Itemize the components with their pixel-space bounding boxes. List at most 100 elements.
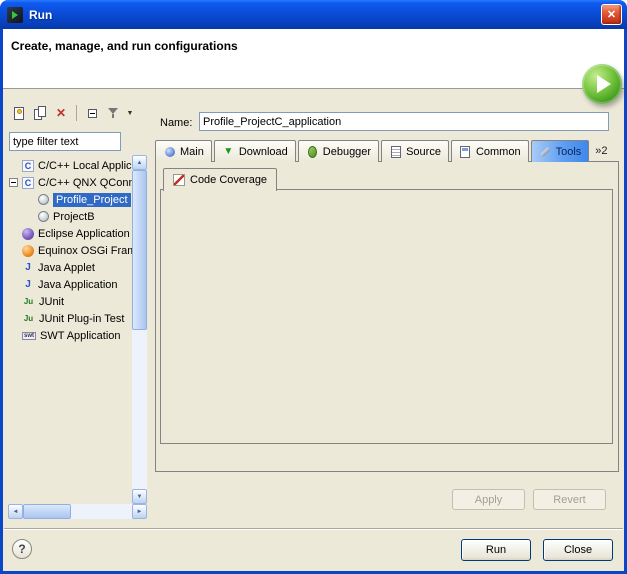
tree-item-label: Java Applet [38, 262, 95, 274]
tree-item-label: Java Application [38, 279, 118, 291]
tree-item-cpp-qnx-qconn[interactable]: C C/C++ QNX QConn [8, 174, 132, 191]
subtab-code-coverage[interactable]: Code Coverage [163, 168, 277, 191]
tab-main[interactable]: Main [155, 140, 212, 162]
filter-text-input[interactable] [9, 132, 121, 151]
tab-label: Debugger [323, 146, 371, 158]
app-icon[interactable] [7, 7, 23, 23]
run-button[interactable]: Run [461, 539, 531, 561]
delete-icon: ✕ [56, 107, 66, 119]
new-configuration-button[interactable] [10, 104, 28, 122]
filter-menu-button[interactable]: ▼ [125, 104, 135, 122]
c-cpp-icon: C [22, 177, 34, 189]
tree-item-swt-application[interactable]: swt SWT Application [8, 327, 132, 344]
tree-item-cpp-local-application[interactable]: C C/C++ Local Applic [8, 157, 132, 174]
java-application-icon: J [22, 279, 34, 290]
junit-plugin-icon: Ju [22, 314, 35, 323]
window-title: Run [29, 8, 52, 22]
scroll-right-icon: ► [137, 509, 143, 515]
dialog-header-title: Create, manage, and run configurations [11, 39, 238, 53]
dropdown-arrow-icon: ▼ [127, 110, 134, 117]
apply-button[interactable]: Apply [452, 489, 525, 510]
tools-tab-icon [539, 145, 552, 158]
scroll-down-icon: ▼ [137, 494, 143, 500]
footer-separator [4, 528, 623, 530]
tab-overflow-chevron[interactable]: »2 [595, 145, 607, 157]
play-triangle-icon [597, 75, 611, 93]
tree-item-junit[interactable]: Ju JUnit [8, 293, 132, 310]
collapse-all-icon [88, 109, 97, 118]
equinox-osgi-icon [22, 245, 34, 257]
tab-label: Main [180, 146, 204, 158]
tab-debugger[interactable]: Debugger [298, 140, 379, 162]
help-button[interactable]: ? [12, 539, 32, 559]
c-cpp-icon: C [22, 160, 34, 172]
tree-item-label: Profile_Project [53, 193, 131, 207]
tab-source[interactable]: Source [381, 140, 449, 162]
collapse-expander-icon[interactable] [9, 178, 18, 187]
tree-hscroll-thumb[interactable] [23, 504, 71, 519]
tree-item-label: Equinox OSGi Fram [38, 245, 132, 257]
main-tab-icon [163, 145, 176, 158]
tree-item-java-applet[interactable]: J Java Applet [8, 259, 132, 276]
scroll-down-button[interactable]: ▼ [132, 489, 147, 504]
tree-vscroll-thumb[interactable] [132, 170, 147, 330]
delete-configuration-button[interactable]: ✕ [52, 104, 70, 122]
tab-tools[interactable]: Tools [531, 140, 590, 162]
scroll-left-button[interactable]: ◄ [8, 504, 23, 519]
filter-icon [108, 108, 118, 118]
tree-item-label: JUnit Plug-in Test [39, 313, 124, 325]
configuration-name-input[interactable] [199, 112, 609, 131]
new-config-icon [14, 107, 24, 120]
download-tab-icon: ▼ [222, 145, 235, 158]
tree-item-label: ProjectB [53, 211, 95, 223]
code-coverage-icon [173, 174, 185, 186]
tree-item-label: JUnit [39, 296, 64, 308]
config-tab-bar: Main ▼ Download Debugger Source Common T… [155, 140, 608, 162]
tree-vertical-scrollbar[interactable]: ▲ ▼ [132, 155, 147, 504]
tree-item-equinox-osgi[interactable]: Equinox OSGi Fram [8, 242, 132, 259]
code-coverage-panel [160, 189, 613, 444]
tab-label: Common [476, 146, 521, 158]
tree-item-label: C/C++ Local Applic [38, 160, 132, 172]
tree-horizontal-scrollbar[interactable]: ◄ ► [8, 504, 147, 519]
tab-label: Tools [556, 146, 582, 158]
launch-config-icon [38, 194, 49, 205]
run-banner-icon [582, 64, 622, 104]
tab-download[interactable]: ▼ Download [214, 140, 296, 162]
swt-app-icon: swt [22, 332, 36, 340]
filter-button[interactable] [104, 104, 122, 122]
toolbar-separator [76, 105, 77, 121]
revert-button[interactable]: Revert [533, 489, 606, 510]
common-tab-icon [459, 145, 472, 158]
tree-item-junit-plugin-test[interactable]: Ju JUnit Plug-in Test [8, 310, 132, 327]
scroll-up-icon: ▲ [137, 160, 143, 166]
close-button[interactable]: ✕ [601, 4, 622, 25]
titlebar[interactable]: Run ✕ [0, 0, 627, 29]
subtab-label: Code Coverage [190, 174, 267, 186]
scroll-right-button[interactable]: ► [132, 504, 147, 519]
tab-common[interactable]: Common [451, 140, 529, 162]
scroll-left-icon: ◄ [13, 509, 19, 515]
source-tab-icon [389, 145, 402, 158]
tab-label: Source [406, 146, 441, 158]
run-dialog: Run ✕ Create, manage, and run configurat… [0, 0, 627, 574]
collapse-all-button[interactable] [83, 104, 101, 122]
tree-item-profile-projectc[interactable]: Profile_Project [8, 191, 132, 208]
tree-item-projectb[interactable]: ProjectB [8, 208, 132, 225]
tree-item-label: C/C++ QNX QConn [38, 177, 132, 189]
scroll-up-button[interactable]: ▲ [132, 155, 147, 170]
config-toolbar: ✕ ▼ [10, 103, 135, 123]
tree-item-java-application[interactable]: J Java Application [8, 276, 132, 293]
tree-item-eclipse-application[interactable]: Eclipse Application [8, 225, 132, 242]
java-applet-icon: J [22, 262, 34, 273]
close-dialog-button[interactable]: Close [543, 539, 613, 561]
tree-item-label: SWT Application [40, 330, 121, 342]
name-label: Name: [160, 117, 192, 129]
new-star-icon [17, 109, 22, 114]
configurations-tree: C C/C++ Local Applic C C/C++ QNX QConn P… [8, 155, 132, 504]
close-icon: ✕ [607, 8, 616, 21]
tab-label: Download [239, 146, 288, 158]
duplicate-configuration-button[interactable] [31, 104, 49, 122]
help-icon: ? [18, 542, 25, 556]
eclipse-app-icon [22, 228, 34, 240]
